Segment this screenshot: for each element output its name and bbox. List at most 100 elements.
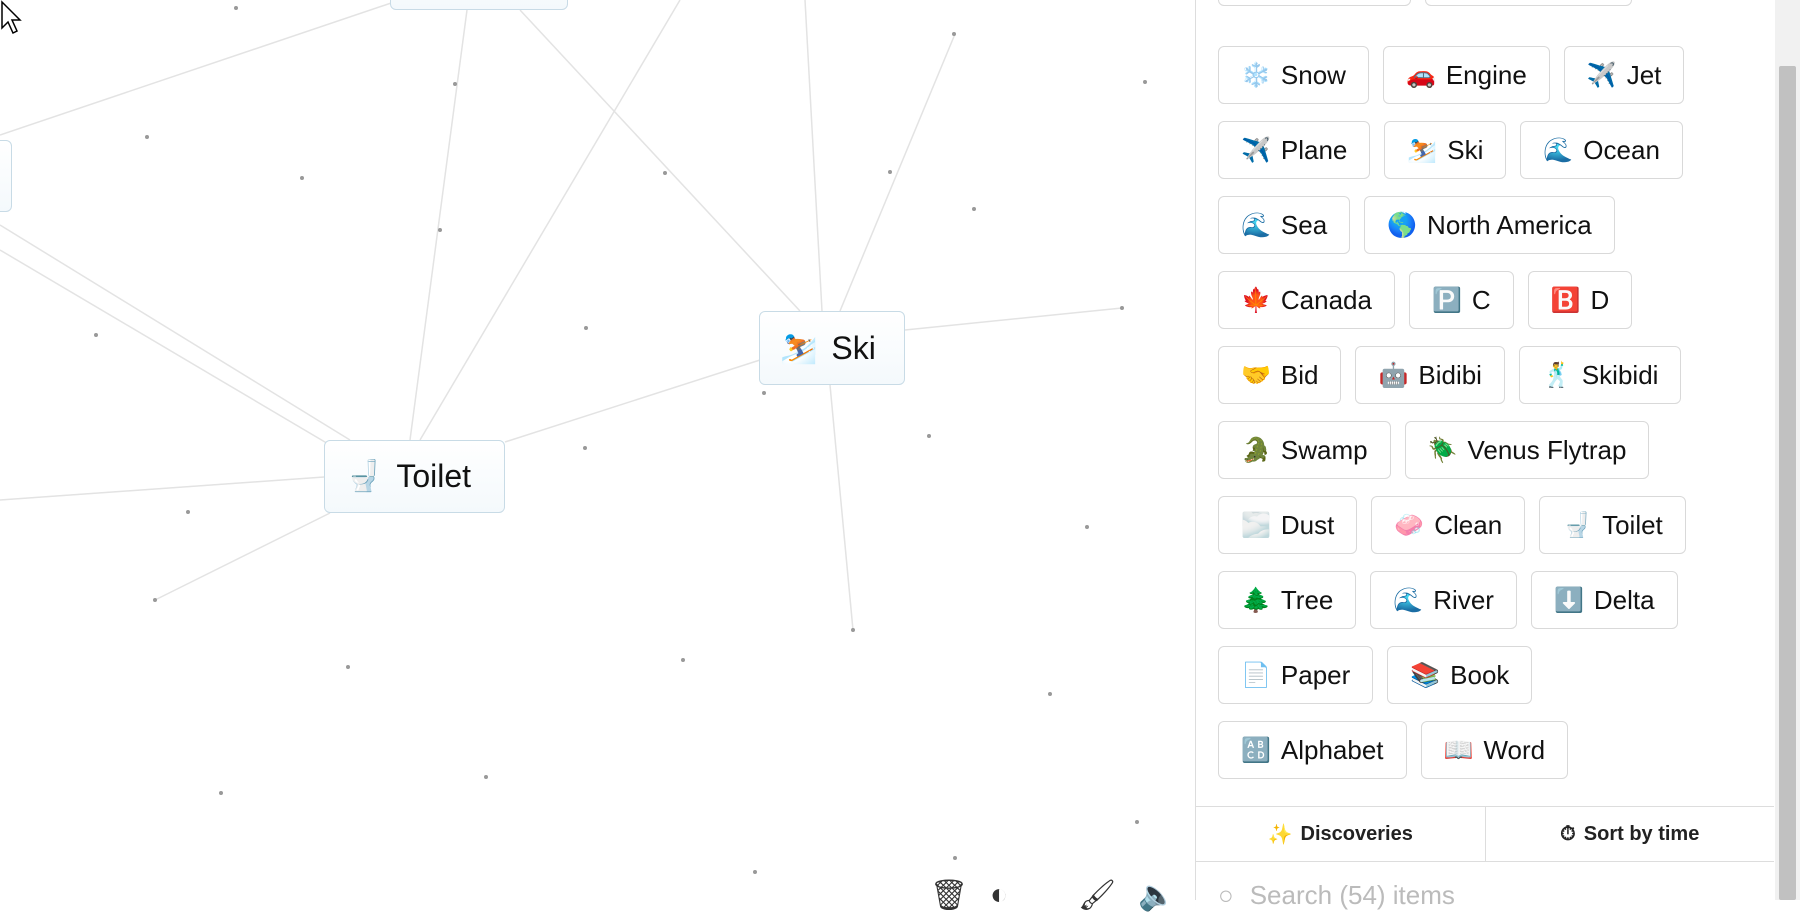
item-dust[interactable]: 🌫️ Dust [1218, 496, 1358, 554]
item-label: Bid [1280, 359, 1319, 390]
item-swamp[interactable]: 🐊 Swamp [1218, 421, 1391, 479]
item-avalanche[interactable]: 🌨️Avalanche [1424, 0, 1632, 6]
item-engine[interactable]: 🚗 Engine [1382, 46, 1550, 104]
item-label: Ocean [1583, 134, 1660, 165]
scrollbar-thumb[interactable] [1779, 66, 1796, 900]
item-label: D [1590, 284, 1610, 315]
canvas-node-partial-top[interactable] [390, 0, 568, 10]
item-row: 🐊 Swamp 🪲 Venus Flytrap [1218, 421, 1650, 479]
item-bid[interactable]: 🤝 Bid [1218, 346, 1342, 404]
item-row: 🌊 Sea 🌎 North America [1218, 196, 1615, 254]
item-label: Swamp [1280, 434, 1368, 465]
item-emoji-icon: ❄️ [1241, 61, 1271, 89]
item-row: 🔠 Alphabet 📖 Word [1218, 721, 1569, 779]
item-emoji-icon: 🌊 [1543, 136, 1574, 164]
item-label: Skibidi [1581, 359, 1659, 390]
mouse-cursor-icon [1, 0, 22, 35]
item-label: C [1471, 284, 1491, 315]
item-canada[interactable]: 🍁 Canada [1218, 271, 1395, 329]
item-delta[interactable]: ⬇️ Delta [1530, 571, 1678, 629]
items-sidebar: 🏔️Mountain🌨️Avalanche❄️Snow🚗Engine✈️Jet✈… [1195, 0, 1775, 910]
item-river[interactable]: 🌊 River [1370, 571, 1517, 629]
item-label: Plane [1280, 134, 1348, 165]
brush-icon[interactable]: 🖌 [1078, 878, 1116, 913]
item-label: Bidibi [1418, 359, 1482, 390]
search-input[interactable]: ○ Search (54) items [1218, 880, 1455, 911]
item-label: Word [1483, 734, 1546, 765]
item-paper[interactable]: 📄 Paper [1218, 646, 1374, 704]
item-emoji-icon: 🅱️ [1550, 286, 1581, 314]
item-label: Sea [1280, 209, 1328, 240]
sound-icon[interactable]: 🔈 [1138, 878, 1175, 913]
node-label: Ski [831, 329, 876, 366]
item-jet[interactable]: ✈️ Jet [1563, 46, 1685, 104]
item-emoji-icon: 🌊 [1241, 211, 1271, 239]
item-emoji-icon: 📖 [1443, 736, 1474, 764]
item-emoji-icon: 🐊 [1241, 436, 1271, 464]
item-emoji-icon: 🚽 [1562, 511, 1593, 539]
item-north-america[interactable]: 🌎 North America [1364, 196, 1615, 254]
item-ski[interactable]: ⛷️ Ski [1384, 121, 1507, 179]
item-word[interactable]: 📖 Word [1420, 721, 1569, 779]
item-snow[interactable]: ❄️ Snow [1218, 46, 1369, 104]
item-toilet[interactable]: 🚽 Toilet [1539, 496, 1686, 554]
sort-by-time-button[interactable]: ⏱ Sort by time [1484, 807, 1775, 861]
item-row: 🤝 Bid 🤖 Bidibi 🕺 Skibidi [1218, 346, 1682, 404]
item-row: 📄 Paper 📚 Book [1218, 646, 1533, 704]
canvas-node-ski[interactable]: ⛷️ Ski [759, 311, 905, 385]
item-emoji-icon: ⛷️ [1407, 136, 1438, 164]
item-emoji-icon: 📄 [1241, 661, 1271, 689]
item-label: Venus Flytrap [1467, 434, 1627, 465]
item-alphabet[interactable]: 🔠 Alphabet [1218, 721, 1407, 779]
item-tree[interactable]: 🌲 Tree [1218, 571, 1357, 629]
item-label: Dust [1280, 509, 1335, 540]
item-label: Ski [1447, 134, 1484, 165]
item-emoji-icon: 🍁 [1241, 286, 1271, 314]
item-label: Toilet [1602, 509, 1663, 540]
crafting-canvas[interactable]: ⛷️ Ski 🚽 Toilet 🗑 ◐ 🖌 🔈 [0, 0, 1195, 912]
item-emoji-icon: 🚗 [1405, 61, 1436, 89]
item-mountain[interactable]: 🏔️Mountain [1218, 0, 1411, 6]
item-row: ✈️ Plane ⛷️ Ski 🌊 Ocean [1218, 121, 1683, 179]
item-emoji-icon: 🔠 [1241, 736, 1271, 764]
timer-icon: ⏱ [1560, 822, 1576, 845]
item-emoji-icon: ✈️ [1586, 61, 1617, 89]
item-emoji-icon: 📚 [1410, 661, 1441, 689]
item-row: 🏔️Mountain 🌨️Avalanche [1218, 0, 1632, 6]
item-emoji-icon: 🌊 [1393, 586, 1424, 614]
canvas-node-partial-left[interactable] [0, 140, 12, 212]
item-emoji-icon: 🤝 [1241, 361, 1271, 389]
item-row: 🍁 Canada 🅿️ C 🅱️ D [1218, 271, 1633, 329]
item-emoji-icon: 🤖 [1378, 361, 1409, 389]
item-emoji-icon: 🪲 [1427, 436, 1458, 464]
item-label: Book [1450, 659, 1510, 690]
item-sea[interactable]: 🌊 Sea [1218, 196, 1351, 254]
item-book[interactable]: 📚 Book [1387, 646, 1533, 704]
item-c[interactable]: 🅿️ C [1408, 271, 1514, 329]
item-row: 🌫️ Dust 🧼 Clean 🚽 Toilet [1218, 496, 1686, 554]
ski-icon: ⛷️ [780, 331, 818, 365]
item-emoji-icon: ⬇️ [1553, 586, 1584, 614]
item-clean[interactable]: 🧼 Clean [1371, 496, 1526, 554]
connection-lines [0, 0, 1147, 874]
item-label: North America [1427, 209, 1592, 240]
item-d[interactable]: 🅱️ D [1527, 271, 1633, 329]
item-label: Alphabet [1280, 734, 1384, 765]
trash-icon[interactable]: 🗑 [930, 878, 968, 913]
item-plane[interactable]: ✈️ Plane [1218, 121, 1371, 179]
item-row: ❄️ Snow 🚗 Engine ✈️ Jet [1218, 46, 1685, 104]
item-label: Jet [1626, 59, 1662, 90]
item-label: Canada [1280, 284, 1372, 315]
sparkle-icon: ✨ [1267, 823, 1293, 846]
item-skibidi[interactable]: 🕺 Skibidi [1518, 346, 1682, 404]
item-emoji-icon: 🅿️ [1431, 286, 1462, 314]
item-ocean[interactable]: 🌊 Ocean [1520, 121, 1683, 179]
canvas-node-toilet[interactable]: 🚽 Toilet [324, 440, 505, 513]
item-emoji-icon: 🕺 [1541, 361, 1572, 389]
item-label: Tree [1280, 584, 1334, 615]
search-icon: ○ [1218, 880, 1234, 910]
item-venus-flytrap[interactable]: 🪲 Venus Flytrap [1404, 421, 1650, 479]
item-bidibi[interactable]: 🤖 Bidibi [1355, 346, 1505, 404]
discoveries-button[interactable]: ✨ Discoveries [1196, 807, 1485, 861]
theme-icon[interactable]: ◐ [990, 878, 1008, 912]
